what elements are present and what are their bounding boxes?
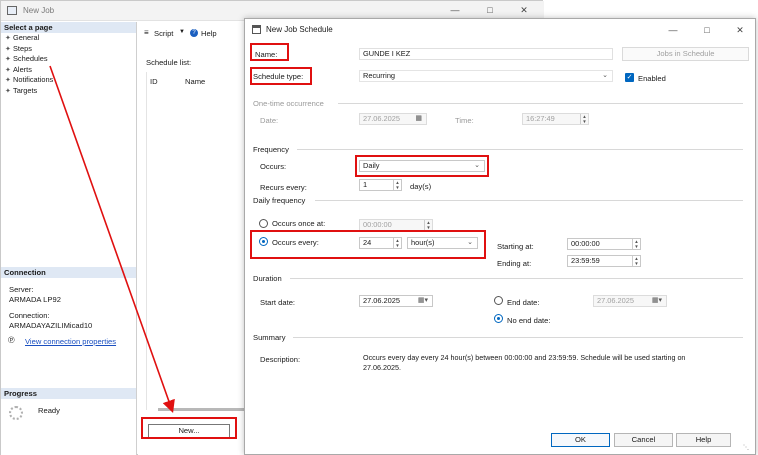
arrow-progress-to-new [5, 285, 20, 440]
arrow-schedules-to-new [49, 65, 175, 414]
annotation-arrows [5, 65, 175, 440]
